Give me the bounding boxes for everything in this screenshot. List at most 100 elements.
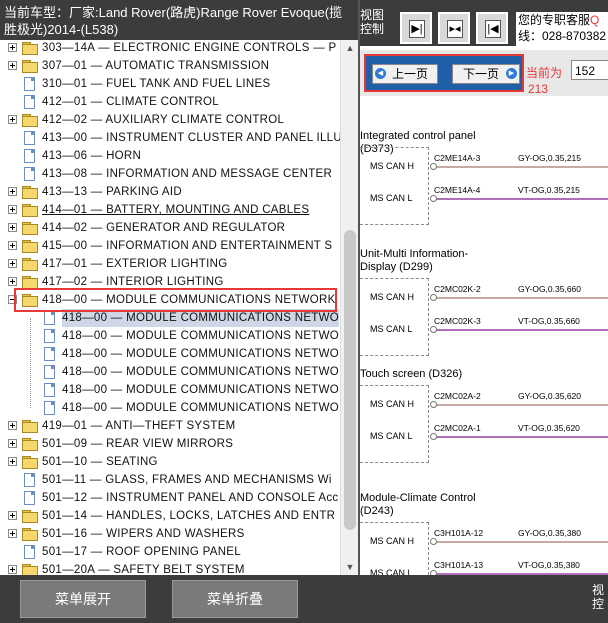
tree-item[interactable]: 413—06 — HORN xyxy=(0,147,340,165)
document-icon xyxy=(24,95,35,109)
bottom-bar: 菜单展开 菜单折叠 视控 xyxy=(0,575,608,623)
current-page-input[interactable]: 152 xyxy=(571,60,608,80)
wiring-diagram: Integrated control panel (D373) MS CAN HC… xyxy=(360,96,608,575)
prev-page-button[interactable]: ◀ 上一页 xyxy=(372,64,438,84)
collapse-menu-button[interactable]: 菜单折叠 xyxy=(172,580,298,618)
wire-line xyxy=(436,404,608,406)
tree-item-label: 415—00 — INFORMATION AND ENTERTAINMENT S xyxy=(42,240,333,252)
tree-item-label: 501—12 — INSTRUMENT PANEL AND CONSOLE Ac… xyxy=(42,492,339,504)
tree-item[interactable]: 501—09 — REAR VIEW MIRRORS xyxy=(0,435,340,453)
wire-spec: GY-OG,0.35,660 xyxy=(518,284,582,294)
tree-item-label: 501—14 — HANDLES, LOCKS, LATCHES AND ENT… xyxy=(42,510,336,522)
tree-item[interactable]: 412—01 — CLIMATE CONTROL xyxy=(0,93,340,111)
tree-item-label: 501—16 — WIPERS AND WASHERS xyxy=(42,528,245,540)
document-icon xyxy=(44,347,55,361)
pin-code: C2MC02A-2 xyxy=(434,391,481,401)
expand-plus-icon[interactable] xyxy=(8,259,17,268)
tree-scrollbar[interactable]: ▲ ▼ xyxy=(340,40,358,575)
tree-item[interactable]: 303—14A — ELECTRONIC ENGINE CONTROLS — P xyxy=(0,40,340,57)
folder-icon xyxy=(22,564,38,575)
expand-menu-button[interactable]: 菜单展开 xyxy=(20,580,146,618)
tree-item[interactable]: 501—14 — HANDLES, LOCKS, LATCHES AND ENT… xyxy=(0,507,340,525)
expand-plus-icon[interactable] xyxy=(8,187,17,196)
next-page-button[interactable]: 下一页 ▶ xyxy=(452,64,520,84)
wire-line xyxy=(436,329,608,331)
tree-item[interactable]: 310—01 — FUEL TANK AND FUEL LINES xyxy=(0,75,340,93)
tree-item[interactable]: 418—00 — MODULE COMMUNICATIONS NETWO xyxy=(0,363,340,381)
expand-plus-icon[interactable] xyxy=(8,565,17,574)
connector-bracket xyxy=(360,385,429,463)
wire-spec: VT-OG,0.35,620 xyxy=(518,423,580,433)
component-title: Module-Climate Control (D243) xyxy=(360,492,476,517)
document-icon xyxy=(24,77,35,91)
tree-item[interactable]: 413—08 — INFORMATION AND MESSAGE CENTER xyxy=(0,165,340,183)
folder-icon xyxy=(22,510,38,523)
tree-item-label: 418—00 — MODULE COMMUNICATIONS NETWO xyxy=(62,330,340,342)
tree-item[interactable]: 501—11 — GLASS, FRAMES AND MECHANISMS Wi xyxy=(0,471,340,489)
expand-plus-icon[interactable] xyxy=(8,421,17,430)
folder-icon xyxy=(22,456,38,469)
tree-item[interactable]: 307—01 — AUTOMATIC TRANSMISSION xyxy=(0,57,340,75)
expand-plus-icon[interactable] xyxy=(8,439,17,448)
nav-next-button[interactable]: ▶| xyxy=(400,12,432,44)
pin-code: C3H101A-13 xyxy=(434,560,484,570)
tree-item[interactable]: 418—00 — MODULE COMMUNICATIONS NETWO xyxy=(0,327,340,345)
expand-plus-icon[interactable] xyxy=(8,115,17,124)
document-icon xyxy=(44,365,55,379)
tree-connector-line xyxy=(30,318,31,408)
wire-spec: GY-OG,0.35,215 xyxy=(518,153,582,163)
tree-item[interactable]: 414—02 — GENERATOR AND REGULATOR xyxy=(0,219,340,237)
expand-plus-icon[interactable] xyxy=(8,223,17,232)
tree-item[interactable]: 418—00 — MODULE COMMUNICATIONS NETWO xyxy=(0,399,340,417)
expand-plus-icon[interactable] xyxy=(8,277,17,286)
tree-item-label: 501—11 — GLASS, FRAMES AND MECHANISMS Wi xyxy=(42,474,332,486)
scroll-up-arrow-icon[interactable]: ▲ xyxy=(341,40,358,56)
tree-item[interactable]: 412—02 — AUXILIARY CLIMATE CONTROL xyxy=(0,111,340,129)
tree-item-label: 501—17 — ROOF OPENING PANEL xyxy=(42,546,241,558)
pin-circle-icon xyxy=(430,538,437,545)
arrows-inward-icon: ▸◂ xyxy=(447,20,463,38)
tree-item[interactable]: 501—12 — INSTRUMENT PANEL AND CONSOLE Ac… xyxy=(0,489,340,507)
tree-item[interactable]: 501—16 — WIPERS AND WASHERS xyxy=(0,525,340,543)
component-title: Touch screen (D326) xyxy=(360,368,463,380)
expand-plus-icon[interactable] xyxy=(8,241,17,250)
expand-plus-icon[interactable] xyxy=(8,61,17,70)
wire-line xyxy=(436,541,608,543)
tree-panel: 当前车型：厂家:Land Rover(路虎)Range Rover Evoque… xyxy=(0,0,360,575)
tree-item-label: 303—14A — ELECTRONIC ENGINE CONTROLS — P xyxy=(42,42,337,54)
pin-circle-icon xyxy=(430,294,437,301)
tree-item[interactable]: 501—17 — ROOF OPENING PANEL xyxy=(0,543,340,561)
document-icon xyxy=(24,167,35,181)
tree-item[interactable]: 418—00 — MODULE COMMUNICATIONS NETWO xyxy=(0,381,340,399)
nav-prev-button[interactable]: |◀ xyxy=(476,12,508,44)
tree-item[interactable]: 501—20A — SAFETY BELT SYSTEM xyxy=(0,561,340,575)
document-icon xyxy=(44,401,55,415)
document-icon xyxy=(24,545,35,559)
tree-item[interactable]: 413—00 — INSTRUMENT CLUSTER AND PANEL IL… xyxy=(0,129,340,147)
tree-item[interactable]: 501—10 — SEATING xyxy=(0,453,340,471)
scroll-thumb[interactable] xyxy=(344,230,356,530)
current-page-label: 当前为 xyxy=(526,66,563,80)
expand-plus-icon[interactable] xyxy=(8,205,17,214)
folder-icon xyxy=(22,438,38,451)
tree-item[interactable]: 415—00 — INFORMATION AND ENTERTAINMENT S xyxy=(0,237,340,255)
tree-item[interactable]: 419—01 — ANTI—THEFT SYSTEM xyxy=(0,417,340,435)
connector-bracket xyxy=(360,278,429,356)
folder-icon xyxy=(22,186,38,199)
expand-plus-icon[interactable] xyxy=(8,457,17,466)
service-qq-link[interactable]: Q xyxy=(590,13,599,27)
expand-plus-icon[interactable] xyxy=(8,529,17,538)
expand-plus-icon[interactable] xyxy=(8,511,17,520)
tree-item[interactable]: 413—13 — PARKING AID xyxy=(0,183,340,201)
tree-item-label: 418—00 — MODULE COMMUNICATIONS NETWO xyxy=(62,348,340,360)
next-page-label: 下一页 xyxy=(462,67,499,81)
tree-item[interactable]: 417—01 — EXTERIOR LIGHTING xyxy=(0,255,340,273)
expand-plus-icon[interactable] xyxy=(8,43,17,52)
wire-spec: GY-OG,0.35,380 xyxy=(518,528,582,538)
total-pages: 213 xyxy=(528,82,549,96)
folder-icon xyxy=(22,276,38,289)
nav-fit-button[interactable]: ▸◂ xyxy=(438,12,470,44)
tree-item[interactable]: 418—00 — MODULE COMMUNICATIONS NETWO xyxy=(0,345,340,363)
scroll-down-arrow-icon[interactable]: ▼ xyxy=(341,559,358,575)
tree-item[interactable]: 414—01 — BATTERY, MOUNTING AND CABLES xyxy=(0,201,340,219)
